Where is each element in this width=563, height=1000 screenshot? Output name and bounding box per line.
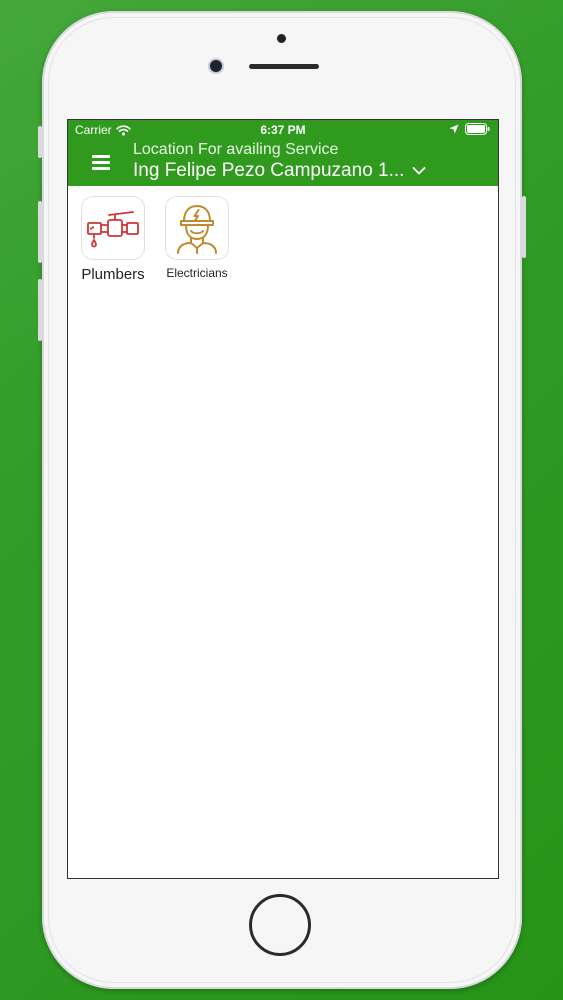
home-button[interactable] (249, 894, 311, 956)
phone-frame: Carrier 6:37 PM Location For availing Se… (38, 11, 526, 989)
location-selector[interactable]: Ing Felipe Pezo Campuzano 1... (133, 160, 426, 182)
hamburger-menu-icon[interactable] (92, 155, 110, 171)
tile-icon-box[interactable] (81, 196, 145, 260)
front-camera (210, 60, 222, 72)
status-right (449, 123, 490, 135)
clock: 6:37 PM (260, 123, 306, 137)
volume-down-button (38, 279, 42, 341)
battery-icon (465, 123, 490, 135)
app-header: Location For availing Service Ing Felipe… (68, 140, 498, 186)
status-bar: Carrier 6:37 PM (68, 120, 498, 140)
service-tile-plumbers[interactable]: Plumbers (78, 196, 148, 283)
app-screen: Carrier 6:37 PM Location For availing Se… (67, 119, 499, 879)
service-label[interactable]: Plumbers (78, 266, 148, 283)
power-button (522, 196, 526, 258)
chevron-down-icon[interactable] (412, 166, 426, 176)
location-value[interactable]: Ing Felipe Pezo Campuzano 1... (133, 160, 404, 182)
electrician-icon (177, 205, 217, 254)
proximity-sensor (277, 34, 286, 43)
mute-switch (38, 126, 42, 158)
earpiece-speaker (249, 64, 319, 69)
volume-up-button (38, 201, 42, 263)
tile-icon-box[interactable] (165, 196, 229, 260)
service-tile-electricians[interactable]: Electricians (161, 196, 233, 280)
faucet-icon (87, 211, 139, 248)
location-arrow-icon (449, 124, 459, 134)
location-caption: Location For availing Service (133, 141, 339, 158)
service-label[interactable]: Electricians (161, 266, 233, 280)
